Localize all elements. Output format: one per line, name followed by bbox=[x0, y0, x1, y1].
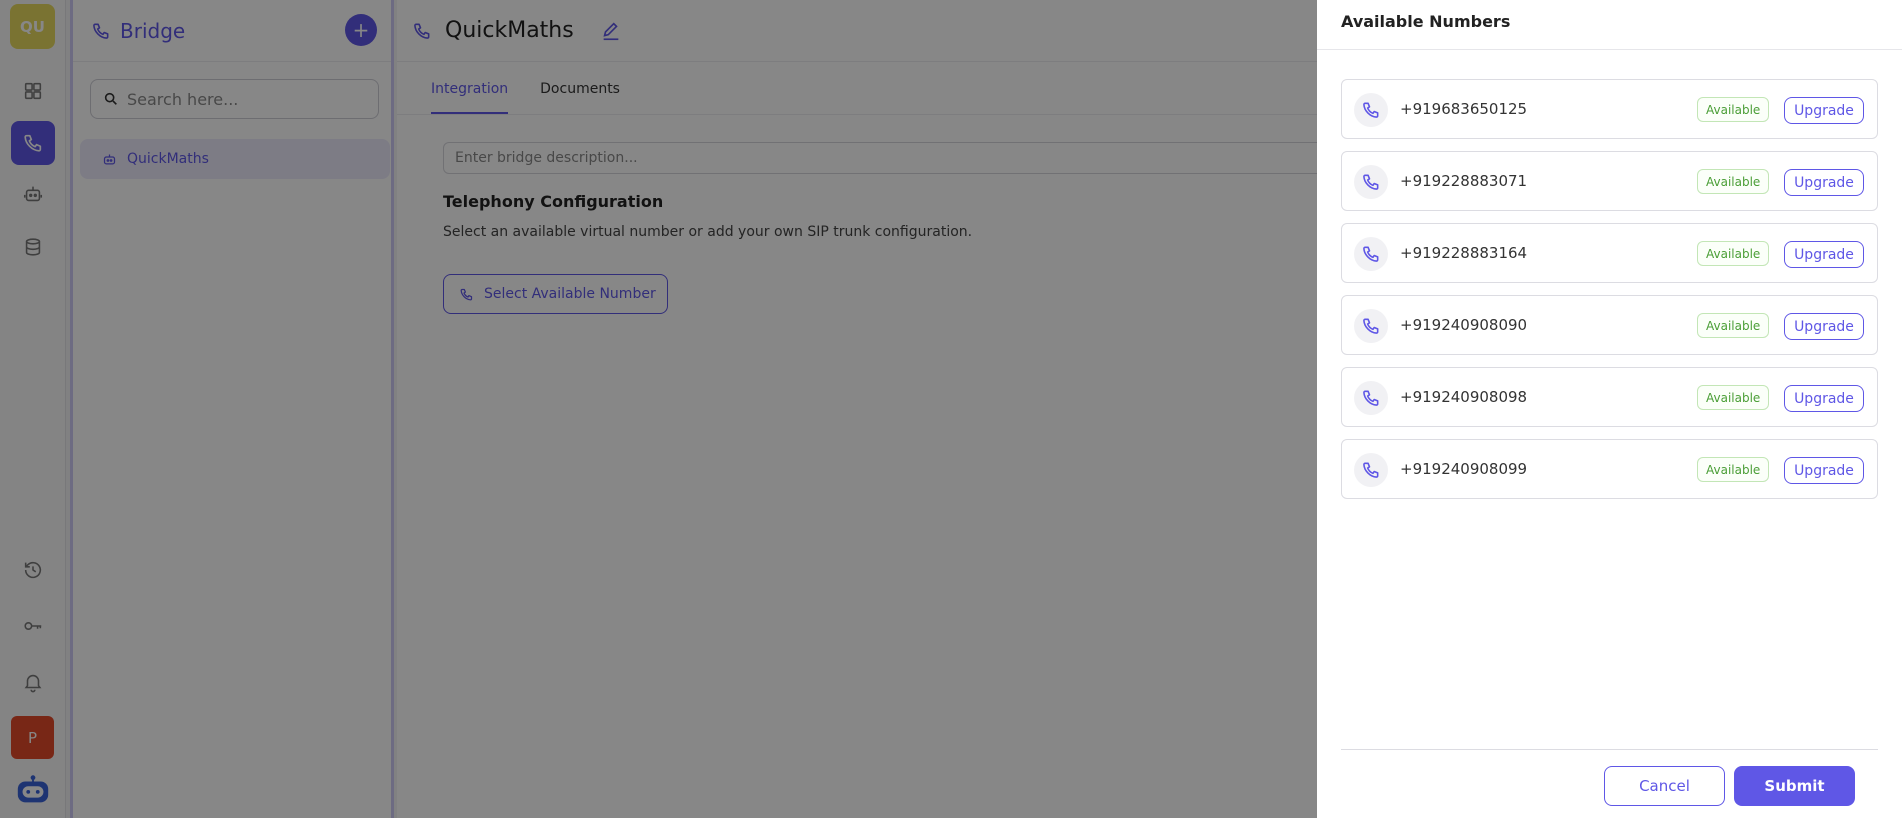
status-badge: Available bbox=[1697, 385, 1770, 410]
phone-number: +919228883071 bbox=[1400, 172, 1528, 190]
phone-number: +919683650125 bbox=[1400, 100, 1528, 118]
number-row[interactable]: +919240908090 Available Upgrade bbox=[1341, 295, 1878, 355]
upgrade-button[interactable]: Upgrade bbox=[1784, 457, 1864, 484]
phone-number: +919240908090 bbox=[1400, 316, 1528, 334]
status-badge: Available bbox=[1697, 457, 1770, 482]
drawer-title: Available Numbers bbox=[1341, 12, 1511, 31]
phone-icon bbox=[1354, 309, 1388, 343]
phone-icon bbox=[1354, 93, 1388, 127]
phone-icon bbox=[1354, 237, 1388, 271]
status-badge: Available bbox=[1697, 313, 1770, 338]
status-badge: Available bbox=[1697, 97, 1770, 122]
phone-icon bbox=[1354, 165, 1388, 199]
phone-number: +919240908099 bbox=[1400, 460, 1528, 478]
upgrade-button[interactable]: Upgrade bbox=[1784, 385, 1864, 412]
upgrade-button[interactable]: Upgrade bbox=[1784, 97, 1864, 124]
number-row[interactable]: +919240908098 Available Upgrade bbox=[1341, 367, 1878, 427]
upgrade-button[interactable]: Upgrade bbox=[1784, 241, 1864, 268]
phone-number: +919228883164 bbox=[1400, 244, 1528, 262]
phone-icon bbox=[1354, 453, 1388, 487]
modal-overlay[interactable] bbox=[0, 0, 1317, 818]
drawer-footer-divider bbox=[1341, 749, 1878, 750]
number-row[interactable]: +919683650125 Available Upgrade bbox=[1341, 79, 1878, 139]
phone-number: +919240908098 bbox=[1400, 388, 1528, 406]
submit-button[interactable]: Submit bbox=[1734, 766, 1855, 806]
status-badge: Available bbox=[1697, 241, 1770, 266]
phone-icon bbox=[1354, 381, 1388, 415]
upgrade-button[interactable]: Upgrade bbox=[1784, 313, 1864, 340]
drawer-divider bbox=[1317, 49, 1902, 50]
upgrade-button[interactable]: Upgrade bbox=[1784, 169, 1864, 196]
cancel-button[interactable]: Cancel bbox=[1604, 766, 1725, 806]
status-badge: Available bbox=[1697, 169, 1770, 194]
available-numbers-drawer: Available Numbers +919683650125 Availabl… bbox=[1317, 0, 1902, 818]
number-row[interactable]: +919228883164 Available Upgrade bbox=[1341, 223, 1878, 283]
number-row[interactable]: +919228883071 Available Upgrade bbox=[1341, 151, 1878, 211]
number-row[interactable]: +919240908099 Available Upgrade bbox=[1341, 439, 1878, 499]
